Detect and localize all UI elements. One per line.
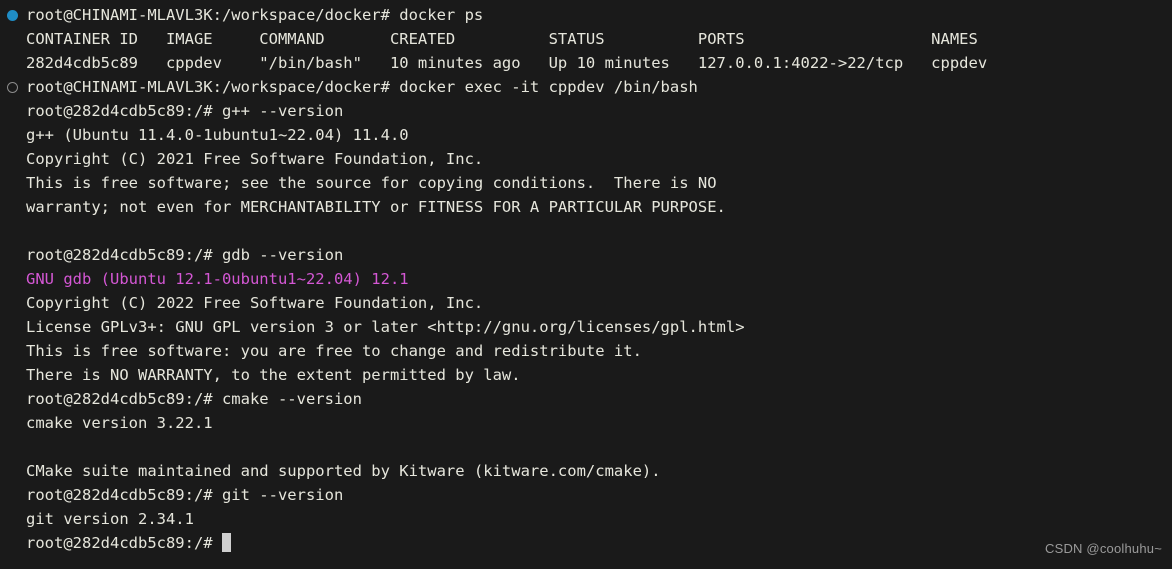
terminal-line-text: There is NO WARRANTY, to the extent perm… — [26, 366, 521, 384]
terminal-line: 282d4cdb5c89 cppdev "/bin/bash" 10 minut… — [0, 51, 1172, 75]
terminal-line: License GPLv3+: GNU GPL version 3 or lat… — [0, 315, 1172, 339]
terminal-line-text: License GPLv3+: GNU GPL version 3 or lat… — [26, 318, 745, 336]
terminal-line-text: CMake suite maintained and supported by … — [26, 462, 661, 480]
terminal-line: root@282d4cdb5c89:/# git --version — [0, 483, 1172, 507]
terminal-line: root@282d4cdb5c89:/# cmake --version — [0, 387, 1172, 411]
terminal-line: This is free software; see the source fo… — [0, 171, 1172, 195]
terminal-line-text: g++ (Ubuntu 11.4.0-1ubuntu1~22.04) 11.4.… — [26, 126, 409, 144]
terminal-line: root@CHINAMI-MLAVL3K:/workspace/docker# … — [0, 3, 1172, 27]
terminal-line: CMake suite maintained and supported by … — [0, 459, 1172, 483]
terminal-line-text: cmake version 3.22.1 — [26, 414, 213, 432]
terminal-line: root@282d4cdb5c89:/# g++ --version — [0, 99, 1172, 123]
terminal-line: warranty; not even for MERCHANTABILITY o… — [0, 195, 1172, 219]
terminal-line-text: root@282d4cdb5c89:/# g++ --version — [26, 102, 344, 120]
terminal-line-text: root@282d4cdb5c89:/# git --version — [26, 486, 344, 504]
terminal-line: There is NO WARRANTY, to the extent perm… — [0, 363, 1172, 387]
terminal-line-text: Copyright (C) 2021 Free Software Foundat… — [26, 150, 484, 168]
terminal-line-text: warranty; not even for MERCHANTABILITY o… — [26, 198, 726, 216]
terminal-line: CONTAINER ID IMAGE COMMAND CREATED STATU… — [0, 27, 1172, 51]
terminal-line-text: GNU gdb (Ubuntu 12.1-0ubuntu1~22.04) 12.… — [26, 270, 409, 288]
terminal-window[interactable]: root@CHINAMI-MLAVL3K:/workspace/docker# … — [0, 0, 1172, 569]
command-neutral-marker-icon — [7, 82, 18, 93]
terminal-line: Copyright (C) 2022 Free Software Foundat… — [0, 291, 1172, 315]
watermark: CSDN @coolhuhu~ — [1044, 541, 1162, 556]
terminal-line: cmake version 3.22.1 — [0, 411, 1172, 435]
command-success-marker-icon — [7, 10, 18, 21]
terminal-line-text: root@282d4cdb5c89:/# — [26, 534, 222, 552]
terminal-line-text: This is free software: you are free to c… — [26, 342, 642, 360]
terminal-line: Copyright (C) 2021 Free Software Foundat… — [0, 147, 1172, 171]
terminal-line-text: root@CHINAMI-MLAVL3K:/workspace/docker# … — [26, 6, 484, 24]
terminal-line: GNU gdb (Ubuntu 12.1-0ubuntu1~22.04) 12.… — [0, 267, 1172, 291]
terminal-line-text: root@282d4cdb5c89:/# gdb --version — [26, 246, 344, 264]
terminal-line-text: root@282d4cdb5c89:/# cmake --version — [26, 390, 362, 408]
terminal-line: root@282d4cdb5c89:/# — [0, 531, 1172, 555]
terminal-line: git version 2.34.1 — [0, 507, 1172, 531]
terminal-line-text: This is free software; see the source fo… — [26, 174, 717, 192]
text-cursor — [221, 533, 231, 552]
terminal-line-text: CONTAINER ID IMAGE COMMAND CREATED STATU… — [26, 30, 978, 48]
terminal-line: g++ (Ubuntu 11.4.0-1ubuntu1~22.04) 11.4.… — [0, 123, 1172, 147]
terminal-line: root@CHINAMI-MLAVL3K:/workspace/docker# … — [0, 75, 1172, 99]
terminal-line: This is free software: you are free to c… — [0, 339, 1172, 363]
terminal-line-text: git version 2.34.1 — [26, 510, 194, 528]
terminal-line-text: root@CHINAMI-MLAVL3K:/workspace/docker# … — [26, 78, 698, 96]
terminal-output: root@CHINAMI-MLAVL3K:/workspace/docker# … — [0, 3, 1172, 555]
terminal-line-text: Copyright (C) 2022 Free Software Foundat… — [26, 294, 484, 312]
terminal-line: root@282d4cdb5c89:/# gdb --version — [0, 243, 1172, 267]
terminal-line-text: 282d4cdb5c89 cppdev "/bin/bash" 10 minut… — [26, 54, 988, 72]
